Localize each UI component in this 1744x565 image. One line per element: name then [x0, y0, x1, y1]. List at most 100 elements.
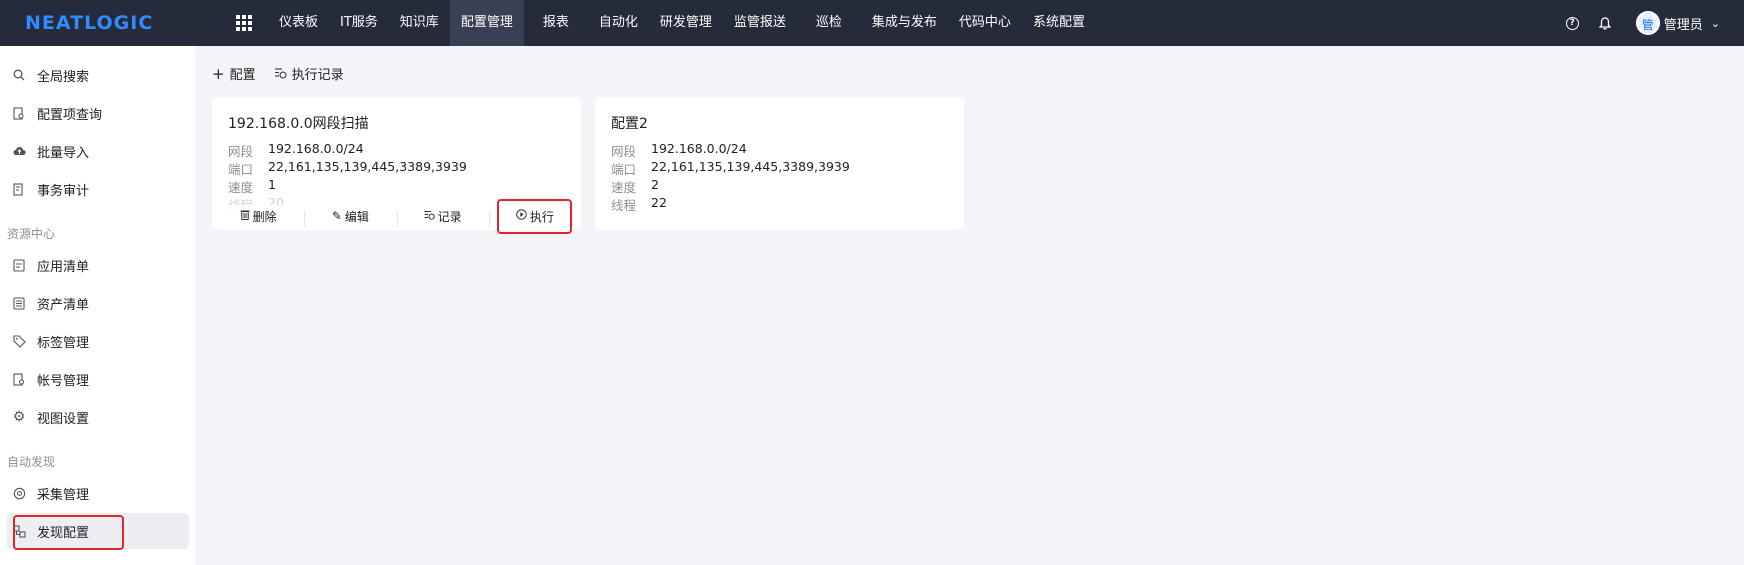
user-name[interactable]: 管理员 [1664, 14, 1703, 33]
delete-button[interactable]: 删除 [212, 208, 304, 225]
execute-button[interactable]: 执行 [488, 208, 581, 227]
history-button[interactable]: 记录 [396, 208, 489, 227]
field-key: 网段 [611, 144, 637, 159]
search-icon [12, 68, 26, 82]
field-key: 速度 [611, 180, 637, 195]
field-speed: 速度 2 [611, 177, 659, 196]
add-config-label: 配置 [229, 68, 256, 83]
sidebar-item-label: 配置项查询 [37, 107, 103, 123]
main-content: + 配置 执行记录 192.168.0.0网段扫描 网段 192.168.0.0… [195, 46, 1744, 565]
sidebar-item-label: 帐号管理 [37, 373, 90, 389]
edit-button[interactable]: ✎ 编辑 [304, 208, 396, 227]
edit-label: 编辑 [344, 209, 369, 224]
sidebar-item-batch-import[interactable]: 批量导入 [0, 133, 195, 169]
toolbar: + 配置 执行记录 [212, 64, 362, 84]
pencil-icon: ✎ [331, 209, 342, 223]
history-label: 记录 [437, 209, 462, 224]
nav-cmdb[interactable]: 配置管理 [449, 0, 524, 46]
account-icon [12, 372, 26, 386]
field-speed: 速度 1 [228, 177, 276, 196]
field-value: 1 [268, 177, 276, 192]
card-actions: 删除 ✎ 编辑 记录 执行 [212, 205, 581, 227]
sidebar-item-tag-manage[interactable]: 标签管理 [0, 323, 195, 359]
nav-system[interactable]: 系统配置 [1022, 0, 1096, 46]
delete-label: 删除 [252, 209, 277, 224]
top-navbar: NEATLOGIC 仪表板 IT服务 知识库 配置管理 报表 自动化 研发管理 … [0, 0, 1744, 46]
sidebar-item-label: 全局搜索 [37, 69, 90, 85]
sidebar-item-asset-list[interactable]: 资产清单 [0, 285, 195, 321]
field-subnet: 网段 192.168.0.0/24 [611, 141, 747, 160]
field-value: 192.168.0.0/24 [651, 141, 747, 156]
sidebar-item-label: 发现配置 [37, 525, 90, 541]
sidebar-group-resource: 资源中心 [7, 227, 56, 241]
field-value: 22 [651, 195, 667, 210]
asset-list-icon [12, 296, 26, 310]
sidebar-item-app-list[interactable]: 应用清单 [0, 247, 195, 283]
help-icon[interactable]: ? [1565, 16, 1579, 30]
field-ports: 端口 22,161,135,139,445,3389,3939 [611, 159, 850, 178]
nav-rdm[interactable]: 研发管理 [649, 0, 723, 46]
field-key: 端口 [228, 162, 254, 177]
field-threads: 线程 22 [611, 195, 667, 214]
nav-knowledge[interactable]: 知识库 [389, 0, 450, 46]
nav-deploy[interactable]: 集成与发布 [861, 0, 948, 46]
trash-icon [240, 209, 250, 223]
apps-grid-icon[interactable] [236, 15, 252, 31]
add-config-button[interactable]: + 配置 [212, 64, 256, 84]
sidebar-item-discovery-config[interactable]: 发现配置 [7, 513, 189, 549]
cloud-upload-icon [12, 144, 26, 158]
sidebar-item-label: 应用清单 [37, 259, 90, 275]
sidebar-item-ci-query[interactable]: 配置项查询 [0, 95, 195, 131]
sidebar-group-discovery: 自动发现 [7, 455, 56, 469]
nav-automation[interactable]: 自动化 [588, 0, 649, 46]
avatar[interactable]: 管 [1635, 11, 1660, 35]
chevron-down-icon[interactable]: ⌄ [1711, 17, 1720, 30]
bell-icon[interactable] [1598, 16, 1611, 30]
audit-icon [12, 182, 26, 196]
history-list-icon [274, 65, 287, 83]
tag-icon [12, 334, 26, 348]
nav-it-service[interactable]: IT服务 [329, 0, 389, 46]
gear-icon: ⚙ [12, 409, 26, 425]
field-value: 22,161,135,139,445,3389,3939 [268, 159, 467, 174]
sidebar-item-account-manage[interactable]: 帐号管理 [0, 361, 195, 397]
sidebar-item-label: 视图设置 [37, 411, 90, 427]
nav-code-center[interactable]: 代码中心 [948, 0, 1022, 46]
user-area: ? 管 管理员 ⌄ [1565, 0, 1720, 46]
field-key: 速度 [228, 180, 254, 195]
discovery-config-card[interactable]: 192.168.0.0网段扫描 网段 192.168.0.0/24 端口 22,… [212, 97, 581, 230]
field-value: 2 [651, 177, 659, 192]
discovery-config-card[interactable]: 配置2 网段 192.168.0.0/24 端口 22,161,135,139,… [595, 97, 964, 230]
document-search-icon [12, 106, 26, 120]
discovery-config-icon [12, 524, 26, 538]
nav-regulatory[interactable]: 监管报送 [723, 0, 797, 46]
card-title: 192.168.0.0网段扫描 [228, 116, 369, 132]
nav-report[interactable]: 报表 [524, 0, 588, 46]
field-key: 线程 [611, 198, 637, 213]
history-list-icon [424, 209, 435, 223]
play-circle-icon [516, 209, 527, 223]
execution-history-label: 执行记录 [291, 68, 344, 83]
sidebar-item-collect-manage[interactable]: 采集管理 [0, 475, 195, 511]
sidebar: 全局搜索 配置项查询 批量导入 事务审计 资源中心 应用清单 资产清单 标签管理… [0, 46, 195, 565]
field-value: 22,161,135,139,445,3389,3939 [651, 159, 850, 174]
app-list-icon [12, 258, 26, 272]
execution-history-button[interactable]: 执行记录 [274, 64, 344, 83]
sidebar-item-audit[interactable]: 事务审计 [0, 171, 195, 207]
field-key: 网段 [228, 144, 254, 159]
card-title: 配置2 [611, 116, 648, 132]
plus-icon: + [212, 64, 225, 83]
sidebar-item-global-search[interactable]: 全局搜索 [0, 57, 195, 93]
sidebar-item-view-settings[interactable]: ⚙ 视图设置 [0, 399, 195, 435]
sidebar-item-label: 资产清单 [37, 297, 90, 313]
main-nav: 仪表板 IT服务 知识库 配置管理 报表 自动化 研发管理 监管报送 巡检 集成… [268, 0, 1096, 46]
field-ports: 端口 22,161,135,139,445,3389,3939 [228, 159, 467, 178]
execute-label: 执行 [529, 209, 554, 224]
sidebar-item-label: 批量导入 [37, 145, 90, 161]
sidebar-item-label: 采集管理 [37, 487, 90, 503]
sidebar-item-label: 标签管理 [37, 335, 90, 351]
nav-inspection[interactable]: 巡检 [797, 0, 861, 46]
nav-dashboard[interactable]: 仪表板 [268, 0, 329, 46]
field-value: 192.168.0.0/24 [268, 141, 364, 156]
neatlogic-logo[interactable]: NEATLOGIC [25, 12, 185, 34]
